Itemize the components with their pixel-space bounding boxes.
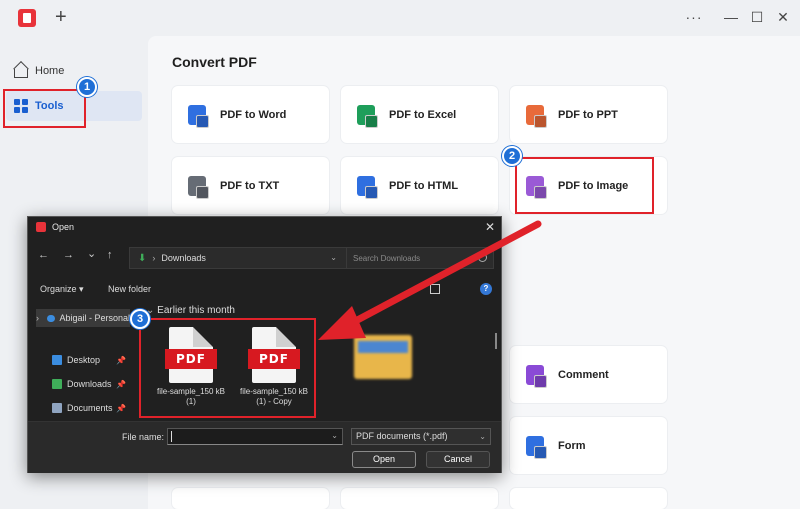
documents-icon <box>52 403 62 413</box>
pin-icon: 📌 <box>116 355 126 365</box>
tool-label: PDF to PPT <box>558 108 618 121</box>
group-header[interactable]: ⌄ Earlier this month <box>146 305 235 316</box>
tool-label: PDF to Excel <box>389 108 457 121</box>
tool-pdf-to-html[interactable]: PDF to HTML <box>341 157 498 214</box>
tool-pdf-to-ppt[interactable]: PDF to PPT <box>510 86 667 143</box>
tree-item-onedrive[interactable]: › Abigail - Personal <box>36 309 130 327</box>
pin-icon: 📌 <box>116 379 126 389</box>
dialog-footer: File name: ⌄ PDF documents (*.pdf) ⌄ Ope… <box>28 421 501 473</box>
title-bar: + ··· — ☐ ✕ <box>0 0 800 36</box>
highlight-pdf-to-image <box>515 157 654 214</box>
tool-label: Form <box>558 439 586 452</box>
preview-pane-icon[interactable] <box>430 284 440 294</box>
navigation-pane: › Abigail - Personal Desktop 📌 Downloads… <box>28 303 130 421</box>
dialog-title: Open <box>52 222 75 232</box>
new-folder-button[interactable]: New folder <box>108 284 151 294</box>
file-type-select[interactable]: PDF documents (*.pdf) ⌄ <box>351 428 491 445</box>
tool-form[interactable]: Form <box>510 417 667 474</box>
address-text: Downloads <box>161 253 206 263</box>
maximize-button[interactable]: ☐ <box>746 7 768 27</box>
sidebar-item-home[interactable]: Home <box>6 56 142 86</box>
quick-access-desktop[interactable]: Desktop 📌 <box>52 355 130 365</box>
scrollbar[interactable] <box>495 333 497 349</box>
recent-locations-icon[interactable]: ⌄ <box>87 247 96 260</box>
tool-card-partial[interactable] <box>510 488 667 509</box>
search-icon <box>478 253 487 262</box>
help-icon[interactable]: ? <box>480 283 492 295</box>
chevron-right-icon: › <box>152 253 156 263</box>
command-bar: Organize ▾ New folder ? <box>28 279 501 301</box>
text-caret <box>171 431 172 442</box>
cloud-icon <box>47 314 56 322</box>
file-name-input[interactable]: ⌄ <box>167 428 343 445</box>
tool-label: Comment <box>558 368 609 381</box>
minimize-button[interactable]: — <box>720 7 742 27</box>
expand-icon[interactable]: › <box>36 313 39 323</box>
chevron-down-icon[interactable]: ⌄ <box>331 431 338 440</box>
search-input[interactable]: Search Downloads <box>346 247 494 269</box>
forward-icon[interactable]: → <box>63 249 74 261</box>
file-name-label: File name: <box>122 432 165 442</box>
quick-access-label: Desktop <box>67 355 101 365</box>
tool-label: PDF to TXT <box>220 179 280 192</box>
sidebar-item-label: Home <box>35 65 65 77</box>
txt-icon <box>188 175 206 196</box>
desktop-icon <box>52 355 62 365</box>
app-logo <box>18 9 36 27</box>
pin-icon: 📌 <box>116 403 126 413</box>
search-placeholder: Search Downloads <box>353 253 421 263</box>
dialog-title-bar: Open <box>36 222 74 232</box>
up-icon[interactable]: ↑ <box>107 249 113 261</box>
highlight-tools <box>3 89 86 128</box>
more-options-button[interactable]: ··· <box>683 7 705 27</box>
open-button[interactable]: Open <box>352 451 416 468</box>
tool-pdf-to-word[interactable]: PDF to Word <box>172 86 329 143</box>
file-type-value: PDF documents (*.pdf) <box>356 431 448 441</box>
group-header-label: Earlier this month <box>157 305 235 316</box>
tree-item-label: Abigail - Personal <box>59 313 130 323</box>
organize-menu[interactable]: Organize ▾ <box>40 284 84 295</box>
chevron-down-icon[interactable]: ⌄ <box>330 253 337 262</box>
tool-pdf-to-excel[interactable]: PDF to Excel <box>341 86 498 143</box>
excel-icon <box>357 104 375 125</box>
tool-card-partial[interactable] <box>172 488 329 509</box>
app-logo-icon <box>36 222 46 232</box>
quick-access-downloads[interactable]: Downloads 📌 <box>52 379 130 389</box>
tool-label: PDF to Word <box>220 108 287 121</box>
tool-pdf-to-txt[interactable]: PDF to TXT <box>172 157 329 214</box>
step-badge-3: 3 <box>130 309 150 329</box>
step-badge-2: 2 <box>502 146 522 166</box>
html-icon <box>357 175 375 196</box>
section-title: Convert PDF <box>172 54 257 70</box>
download-icon: ⬇ <box>138 252 147 264</box>
comment-icon <box>526 364 544 385</box>
step-badge-1: 1 <box>77 77 97 97</box>
chevron-down-icon: ⌄ <box>479 432 486 441</box>
back-icon[interactable]: ← <box>38 249 49 261</box>
tool-comment[interactable]: Comment <box>510 346 667 403</box>
cancel-button[interactable]: Cancel <box>426 451 490 468</box>
address-bar[interactable]: ⬇ › Downloads ⌄ ↻ <box>129 247 366 269</box>
word-icon <box>188 104 206 125</box>
quick-access-label: Documents <box>67 403 113 413</box>
tool-card-partial[interactable] <box>341 488 498 509</box>
folder-icon[interactable] <box>354 335 412 379</box>
tool-label: PDF to HTML <box>389 179 459 192</box>
form-icon <box>526 435 544 456</box>
home-icon <box>14 68 28 78</box>
close-window-button[interactable]: ✕ <box>772 7 794 27</box>
dialog-close-button[interactable]: ✕ <box>485 220 495 234</box>
highlight-pdf-files <box>139 318 316 418</box>
new-tab-button[interactable]: + <box>55 5 67 29</box>
download-icon <box>52 379 62 389</box>
ppt-icon <box>526 104 544 125</box>
quick-access-documents[interactable]: Documents 📌 <box>52 403 130 413</box>
quick-access-label: Downloads <box>67 379 112 389</box>
